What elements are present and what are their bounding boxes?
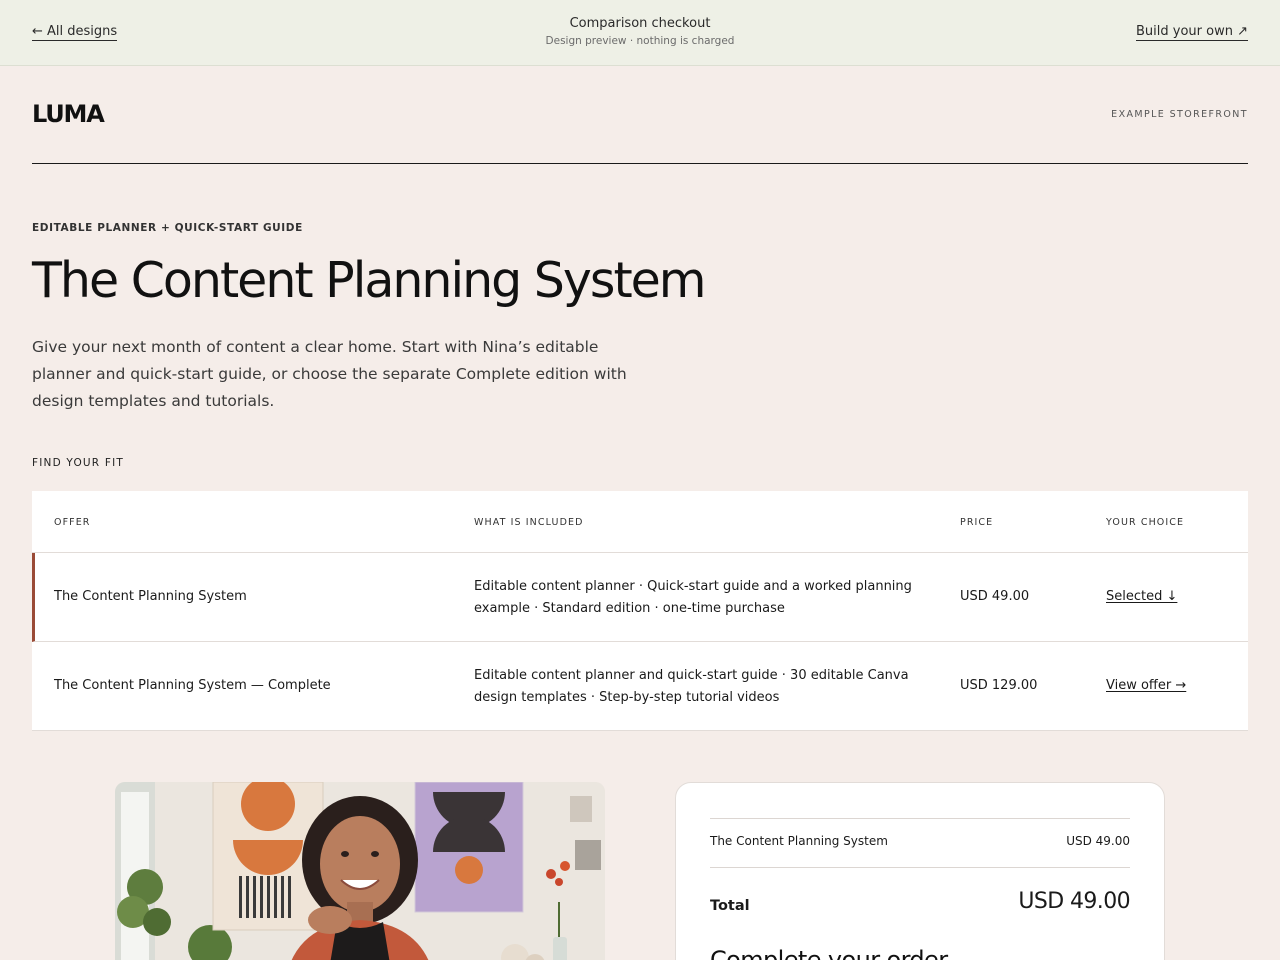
offer-included: Editable content planner · Quick-start g… bbox=[474, 579, 912, 616]
store-header: LUMA EXAMPLE STOREFRONT bbox=[32, 66, 1248, 164]
view-offer-link[interactable]: View offer → bbox=[1106, 678, 1186, 693]
summary-divider-top bbox=[710, 818, 1130, 819]
complete-order-heading: Complete your order bbox=[710, 946, 948, 960]
storefront-label: EXAMPLE STOREFRONT bbox=[1111, 109, 1248, 120]
product-eyebrow: EDITABLE PLANNER + QUICK-START GUIDE bbox=[32, 222, 303, 234]
summary-item-name: The Content Planning System bbox=[710, 834, 888, 848]
offer-included: Editable content planner and quick-start… bbox=[474, 668, 909, 705]
column-header-price: PRICE bbox=[960, 517, 994, 528]
luma-logo[interactable]: LUMA bbox=[32, 100, 105, 128]
total-value: USD 49.00 bbox=[1018, 889, 1130, 914]
column-header-offer: OFFER bbox=[54, 517, 91, 528]
summary-divider-middle bbox=[710, 867, 1130, 868]
offer-name: The Content Planning System bbox=[54, 589, 247, 604]
offer-price: USD 129.00 bbox=[960, 678, 1038, 693]
offer-price: USD 49.00 bbox=[960, 589, 1030, 604]
offer-comparison-table: OFFER WHAT IS INCLUDED PRICE YOUR CHOICE… bbox=[32, 491, 1248, 731]
offer-name: The Content Planning System — Complete bbox=[54, 678, 331, 693]
table-row-complete: The Content Planning System — Complete E… bbox=[32, 642, 1248, 731]
build-your-own-link[interactable]: Build your own ↗ bbox=[1136, 24, 1248, 41]
table-header: OFFER WHAT IS INCLUDED PRICE YOUR CHOICE bbox=[32, 491, 1248, 553]
product-description: Give your next month of content a clear … bbox=[32, 338, 627, 410]
find-your-fit-heading: FIND YOUR FIT bbox=[32, 457, 124, 469]
creator-photo bbox=[115, 782, 605, 960]
checkout-subtitle: Design preview · nothing is charged bbox=[545, 35, 735, 47]
photo-illustration bbox=[115, 782, 605, 960]
order-summary-card: The Content Planning System USD 49.00 To… bbox=[675, 782, 1165, 960]
column-header-included: WHAT IS INCLUDED bbox=[474, 517, 584, 528]
preview-banner: Comparison checkout Design preview · not… bbox=[0, 16, 1280, 47]
checkout-title: Comparison checkout bbox=[569, 16, 711, 31]
table-row-standard: The Content Planning System Editable con… bbox=[32, 553, 1248, 642]
selected-offer-link[interactable]: Selected ↓ bbox=[1106, 589, 1177, 604]
product-title: The Content Planning System bbox=[32, 252, 707, 309]
summary-item-price: USD 49.00 bbox=[1066, 834, 1130, 848]
total-label: Total bbox=[710, 898, 750, 914]
column-header-choice: YOUR CHOICE bbox=[1106, 517, 1185, 528]
top-bar: ← All designs Comparison checkout Design… bbox=[0, 0, 1280, 66]
